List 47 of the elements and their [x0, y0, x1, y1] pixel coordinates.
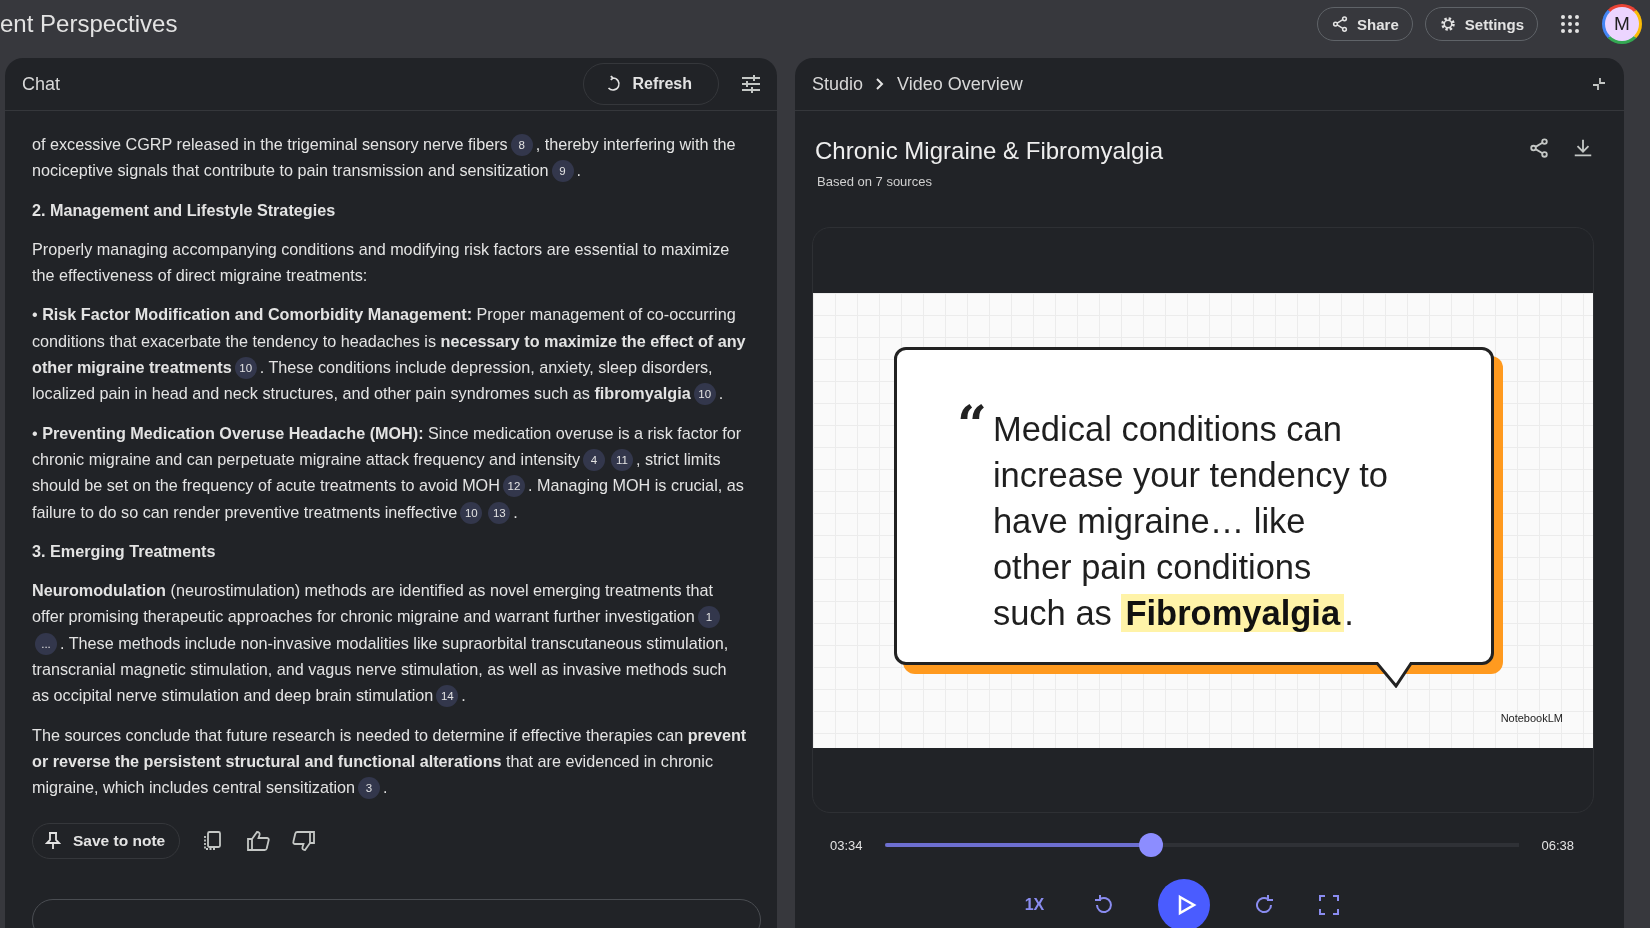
section-heading: 3. Emerging Treatments — [32, 540, 217, 562]
paragraph-text: Properly managing accompanying conditions and modifying risk factors are essential to maximize the effectiveness of direct migraine treatments: — [32, 238, 731, 287]
paragraph-text: • Risk Factor Modification and Comorbidity Management: Proper management of co-occurring conditions that exacerbate the tendency to headaches is necessary to maximize the effect of any other migraine treatments 10 . These conditions include depression, anxiety, sleep disorders, localized pain in head and neck structures, and other pain syndromes such as fibromyalgia 10 . — [32, 301, 747, 407]
panel-title: Chat — [22, 73, 62, 95]
video-title: Chronic Migraine & Fibromyalgia — [815, 137, 1165, 165]
total-time: 06:38 — [1541, 837, 1574, 853]
citation-chip[interactable]: 10 — [234, 357, 257, 380]
citation-chip[interactable]: 14 — [436, 685, 459, 708]
collapse-icon[interactable] — [1592, 77, 1606, 91]
citation-chip[interactable]: 11 — [611, 448, 633, 471]
citation-chip[interactable]: 10 — [460, 501, 483, 524]
citation-chip[interactable]: 3 — [358, 777, 380, 800]
citation-chip[interactable]: 10 — [693, 383, 716, 406]
brand-label: NotebookLM — [1500, 711, 1563, 724]
paragraph-text: of excessive CGRP released in the trigeminal sensory nerve fibers 8 , thereby interfering with the nociceptive signals that contribute to pain transmission and sensitization 9 . — [32, 131, 747, 184]
breadcrumb-link[interactable]: Studio — [812, 73, 864, 95]
breadcrumb-link[interactable]: Video Overview — [897, 73, 1023, 95]
quote-mark: “ — [957, 399, 987, 457]
citation-chip[interactable]: ... — [35, 632, 57, 655]
paragraph-text: • Preventing Medication Overuse Headache (MOH): Since medication overuse is a risk factor for chronic migraine and can perpetuate migraine attack frequency and intensity 4 11 , strict limits should be set on the frequency of acute treatments to avoid MOH 12 . Managing MOH is crucial, as failure to do so can render preventive treatments ineffective 10 13 . — [32, 419, 747, 525]
pin-icon — [45, 831, 61, 850]
thumbs-up-icon[interactable] — [246, 829, 271, 852]
citation-chip[interactable]: 9 — [551, 160, 574, 183]
citation-chip[interactable]: 13 — [488, 501, 511, 524]
apps-grid-icon[interactable] — [1560, 14, 1580, 34]
paragraph-text: Neuromodulation (neurostimulation) methods are identified as novel emerging treatments that offer promising therapeutic approaches for chronic migraine and warrant further investigation 1 ... . These methods include non-invasive modalities like supraorbital transcutaneous stimulation, transcranial magnetic stimulation, and vagus nerve stimulation, as well as invasive methods such as occipital nerve stimulation and deep brain stimulation 14 . — [32, 577, 747, 709]
share-icon — [1331, 15, 1350, 33]
citation-chip[interactable]: 8 — [510, 134, 533, 156]
settings-icon — [1438, 15, 1457, 33]
elapsed-time: 03:34 — [830, 837, 863, 853]
tune-icon[interactable] — [741, 74, 761, 94]
share-icon[interactable] — [1528, 137, 1550, 159]
speed-button[interactable]: 1X — [1018, 895, 1051, 915]
thumbs-down-icon[interactable] — [292, 829, 317, 852]
quote-text: Medical conditions can increase your tendency to have migraine… like other pain conditions such as Fibromyalgia. — [992, 408, 1389, 634]
avatar[interactable]: M — [1602, 4, 1642, 44]
play-button[interactable] — [1158, 879, 1211, 928]
citation-chip[interactable]: 4 — [583, 448, 605, 471]
citation-chip[interactable]: 12 — [502, 475, 525, 498]
sources-count: Based on 7 sources — [817, 174, 933, 189]
download-icon[interactable] — [1572, 137, 1594, 159]
citation-chip[interactable]: 1 — [697, 606, 720, 629]
seek-handle[interactable] — [1139, 833, 1164, 857]
fullscreen-icon[interactable] — [1318, 894, 1341, 916]
notebook-title: ent Perspectives — [0, 10, 178, 38]
paragraph-text: The sources conclude that future research is needed to determine if effective therapies can prevent or reverse the persistent structural and functional alterations that are evidenced in chronic migraine, which includes central sensitization 3 . — [32, 721, 747, 801]
section-heading: 2. Management and Lifestyle Strategies — [32, 199, 337, 221]
